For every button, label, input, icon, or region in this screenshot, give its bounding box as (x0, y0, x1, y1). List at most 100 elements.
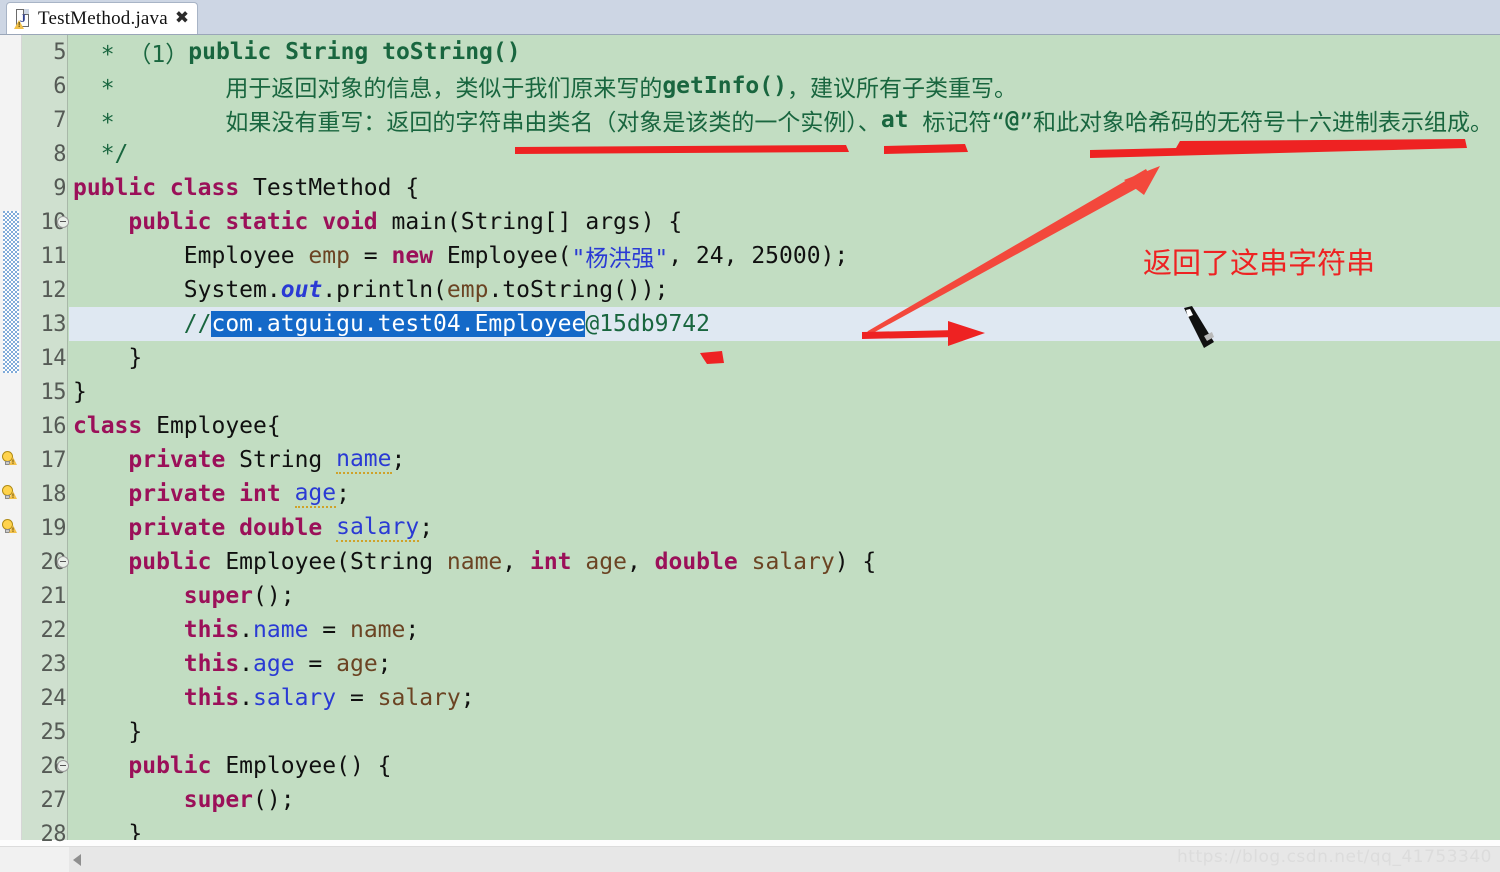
code-line[interactable]: this. age = age; (69, 647, 1500, 681)
editor-tab-bar: J ! TestMethod.java ✖ (0, 0, 1500, 34)
code-token: // (73, 311, 212, 337)
java-file-warning-icon: J ! (14, 8, 31, 29)
line-number: 15 (40, 379, 67, 405)
code-line[interactable]: } (69, 375, 1500, 409)
line-number: 21 (40, 583, 67, 609)
code-token: int (529, 549, 572, 575)
quickfix-warning-icon[interactable]: ! (2, 485, 20, 503)
code-token: = (308, 617, 350, 643)
fold-collapse-icon[interactable] (57, 556, 69, 568)
annotation-note-text: 返回了这串字符串 (1143, 246, 1376, 280)
code-line[interactable]: private int age; (69, 477, 1500, 511)
code-token: salary (253, 685, 337, 711)
code-token: */ (73, 141, 129, 167)
code-token: age (294, 480, 337, 508)
code-line[interactable]: public Employee(String name, int age, do… (69, 545, 1500, 579)
line-number: 9 (53, 175, 66, 201)
code-token: } (73, 379, 87, 405)
fold-collapse-icon[interactable] (57, 216, 69, 228)
code-token: . (239, 617, 254, 643)
code-token: Employee{ (142, 413, 281, 439)
code-token: @ (1005, 107, 1020, 133)
fold-collapse-icon[interactable] (57, 760, 69, 772)
gutter-row: 19! (0, 511, 68, 545)
code-line[interactable]: public static void main(String[] args) { (69, 205, 1500, 239)
code-token: age (336, 651, 378, 677)
gutter-row: 20 (0, 545, 69, 579)
code-line-text: this. salary = salary; (69, 681, 1500, 715)
code-token: Employee( (433, 243, 572, 269)
code-line-text: this. age = age; (69, 647, 1500, 681)
code-line-text: public class TestMethod { (69, 171, 1500, 205)
code-line-text: class Employee{ (69, 409, 1500, 443)
code-line[interactable]: public class TestMethod { (69, 171, 1500, 205)
code-token: ”和此对象哈希码的无符号十六进制表示组成。 (1019, 110, 1493, 136)
scroll-left-arrow-icon[interactable] (73, 854, 81, 866)
code-token: private int (128, 481, 281, 507)
code-line[interactable]: */ (69, 137, 1500, 171)
code-token: public static void (128, 209, 378, 235)
code-line-text: private String name; (69, 443, 1500, 477)
code-token: public class (73, 175, 240, 201)
code-token: , (626, 549, 655, 575)
code-token: name (349, 617, 406, 643)
code-token: super (183, 583, 254, 609)
code-token: . (239, 685, 254, 711)
code-token: at (880, 107, 909, 133)
code-lines-container[interactable]: * （1） public String toString() * 用于返回对象的信… (69, 35, 1500, 840)
code-line[interactable]: //com.atguigu.test04.Employee @15db9742 (69, 307, 1500, 341)
code-line-text: super (); (69, 783, 1500, 817)
code-token: getInfo() (662, 73, 787, 99)
gutter-row: 6 (0, 69, 68, 103)
code-token: emp (308, 243, 350, 269)
code-token: * 用于返回对象的信息，类似于我们原来写的 (73, 76, 663, 102)
code-line-text: * 如果没有重写：返回的字符串由类名（对象是该类的一个实例）、 at 标记符“ @”… (69, 103, 1500, 137)
line-number: 14 (40, 345, 67, 371)
code-line[interactable]: this. name = name; (69, 613, 1500, 647)
code-line[interactable]: super (); (69, 783, 1500, 817)
code-token: new (391, 243, 434, 269)
code-token: private (128, 447, 226, 473)
tab-title: TestMethod.java (38, 7, 168, 29)
code-line[interactable]: * （1） public String toString() (69, 35, 1500, 69)
gutter-row: 8 (0, 137, 68, 171)
code-token: , 24, 25000); (668, 243, 849, 269)
code-token: salary (377, 685, 461, 711)
code-token: .println( (322, 277, 447, 303)
code-line[interactable]: this. salary = salary; (69, 681, 1500, 715)
code-editor[interactable]: 5 6 7 8 9 10 11 12 13 14 15 16 17! 18! 19! 20 21 22 23 24 25… (0, 34, 1500, 847)
gutter-row: 22 (0, 613, 68, 647)
code-line[interactable]: * 如果没有重写：返回的字符串由类名（对象是该类的一个实例）、 at 标记符“ @”… (69, 103, 1500, 137)
code-line-text: public static void main(String[] args) { (69, 205, 1500, 239)
code-line[interactable]: class Employee{ (69, 409, 1500, 443)
quickfix-warning-icon[interactable]: ! (2, 451, 20, 469)
code-line[interactable]: } (69, 817, 1500, 840)
code-line-text: * 用于返回对象的信息，类似于我们原来写的 getInfo() ，建议所有子类重写。 (69, 69, 1500, 103)
gutter-row: 23 (0, 647, 68, 681)
code-line[interactable]: } (69, 341, 1500, 375)
code-token: double (654, 549, 738, 575)
gutter-row: 13 (0, 307, 68, 341)
code-token: name (253, 617, 309, 643)
code-line[interactable]: * 用于返回对象的信息，类似于我们原来写的 getInfo() ，建议所有子类重写。 (69, 69, 1500, 103)
gutter-row: 26 (0, 749, 69, 783)
code-line[interactable]: } (69, 715, 1500, 749)
code-token: Employee() { (211, 753, 392, 779)
line-number: 27 (40, 787, 67, 813)
code-line[interactable]: private double salary; (69, 511, 1500, 545)
code-line[interactable]: public Employee() { (69, 749, 1500, 783)
code-line[interactable]: super (); (69, 579, 1500, 613)
code-token: , (502, 549, 530, 575)
tab-testmethod-java[interactable]: J ! TestMethod.java ✖ (6, 2, 199, 34)
close-icon[interactable]: ✖ (175, 10, 189, 27)
code-token: @15db9742 (585, 311, 710, 337)
line-number: 5 (53, 39, 66, 65)
code-line-text: } (69, 817, 1500, 840)
quickfix-warning-icon[interactable]: ! (2, 519, 20, 537)
code-line[interactable]: private String name; (69, 443, 1500, 477)
code-token: "杨洪强" (571, 246, 669, 272)
